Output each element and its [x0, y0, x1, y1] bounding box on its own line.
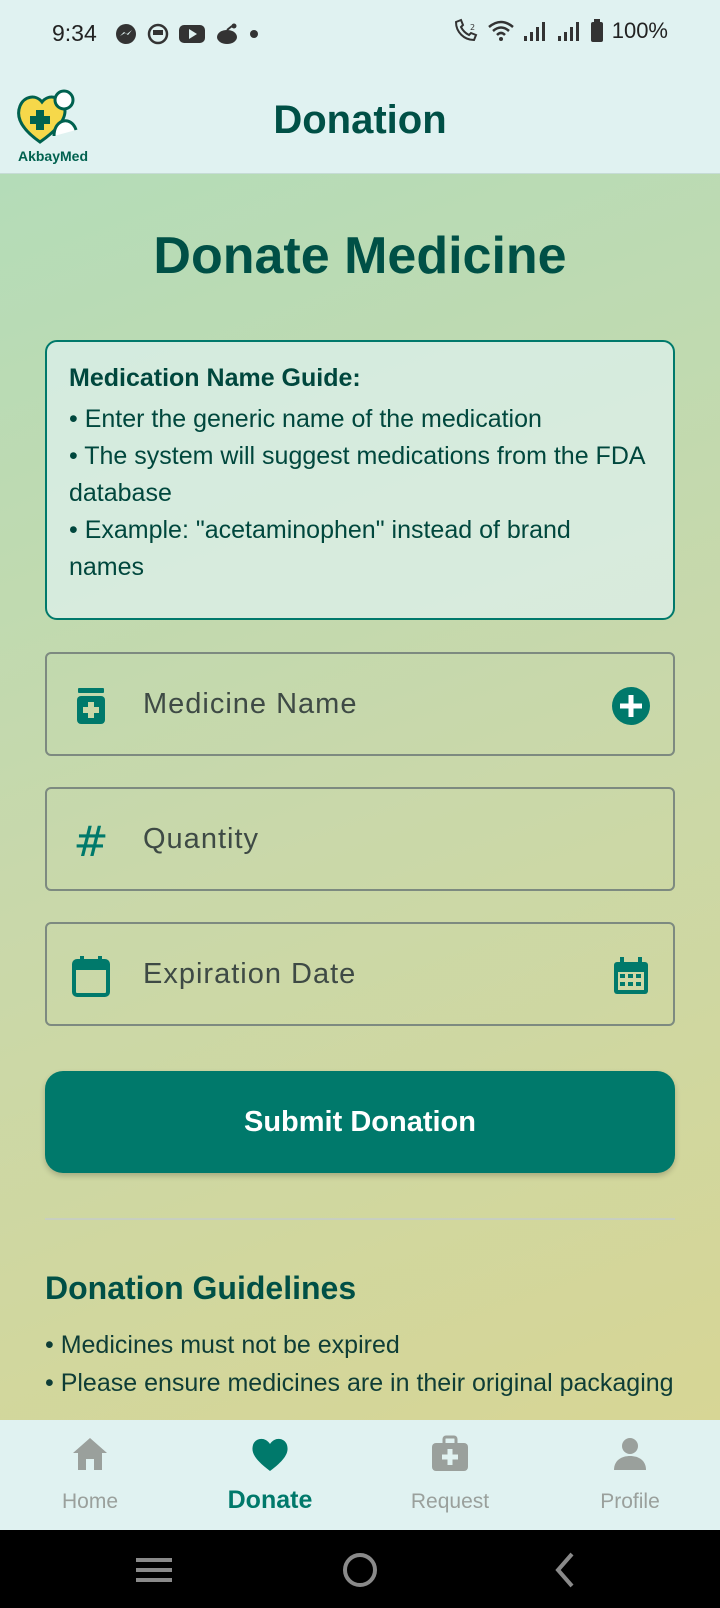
- status-indicators: 2 100%: [452, 18, 668, 44]
- expiration-date-field[interactable]: Expiration Date: [45, 922, 675, 1026]
- person-icon: [614, 1438, 646, 1470]
- home-button-icon[interactable]: [338, 1548, 382, 1592]
- battery-percentage: 100%: [611, 18, 668, 43]
- home-icon: [73, 1438, 107, 1470]
- nav-label-profile: Profile: [600, 1490, 660, 1513]
- page-heading: Donate Medicine: [153, 227, 567, 285]
- system-navigation-bar: [0, 1530, 720, 1608]
- submit-donation-button[interactable]: Submit Donation: [45, 1071, 675, 1173]
- add-circle-icon[interactable]: [611, 686, 651, 726]
- nav-item-donate[interactable]: Donate: [180, 1420, 360, 1530]
- call-signal-icon: 2: [454, 18, 478, 42]
- svg-text:2: 2: [470, 23, 475, 32]
- nav-label-home: Home: [61, 1490, 119, 1513]
- nav-item-home[interactable]: Home: [0, 1420, 180, 1530]
- back-icon[interactable]: [544, 1548, 588, 1592]
- messenger-icon: [116, 24, 136, 44]
- wifi-icon: [487, 20, 514, 41]
- logo-text: AkbayMed: [17, 148, 89, 164]
- donation-guidelines-title: Donation Guidelines: [45, 1270, 357, 1306]
- medicine-name-field[interactable]: Medicine Name: [45, 652, 675, 756]
- guideline-item: • Please ensure medicines are in their o…: [45, 1369, 674, 1397]
- medicine-name-placeholder: Medicine Name: [143, 688, 358, 720]
- more-notifications-dot-icon: [250, 30, 258, 38]
- guideline-item: • Medicines must not be expired: [45, 1331, 400, 1359]
- calendar-picker-icon[interactable]: [611, 956, 651, 996]
- recent-apps-icon[interactable]: [132, 1548, 176, 1592]
- bottom-navigation: Home Donate Request Profile: [0, 1420, 720, 1530]
- nav-item-profile[interactable]: Profile: [540, 1420, 720, 1530]
- reddit-icon: [217, 23, 237, 44]
- app-notification-icon: [147, 23, 169, 45]
- donation-guidelines-list: • Medicines must not be expired • Please…: [45, 1326, 675, 1402]
- hash-icon: #: [73, 819, 108, 863]
- medical-bag-icon: [432, 1435, 468, 1471]
- donation-form-content[interactable]: Donate Medicine Medication Name Guide: •…: [0, 174, 720, 1420]
- guide-line: • Example: "acetaminophen" instead of br…: [69, 516, 571, 581]
- notification-icons: [114, 22, 260, 46]
- signal-icon-2: [557, 22, 579, 41]
- medicine-bottle-icon: [77, 688, 105, 724]
- guide-title: Medication Name Guide:: [69, 364, 361, 392]
- app-bar: AkbayMed Donation: [0, 68, 720, 174]
- battery-icon: [590, 19, 603, 42]
- quantity-placeholder: Quantity: [143, 823, 259, 855]
- app-title: Donation: [273, 98, 447, 142]
- expiration-date-placeholder: Expiration Date: [143, 958, 357, 990]
- heart-icon: [252, 1438, 288, 1471]
- section-divider: [45, 1218, 675, 1220]
- signal-icon-1: [523, 22, 545, 41]
- youtube-icon: [179, 25, 205, 43]
- medication-name-guide: Medication Name Guide: • Enter the gener…: [45, 340, 675, 620]
- quantity-field[interactable]: # Quantity: [45, 787, 675, 891]
- calendar-icon: [72, 956, 110, 997]
- nav-label-request: Request: [410, 1490, 490, 1513]
- svg-text:#: #: [73, 819, 108, 863]
- nav-label-donate: Donate: [227, 1486, 313, 1514]
- status-time: 9:34: [52, 20, 97, 46]
- guide-line: • The system will suggest medications fr…: [69, 442, 645, 507]
- status-bar: 9:34 2 100%: [0, 0, 720, 68]
- guide-line: • Enter the generic name of the medicati…: [69, 405, 542, 433]
- nav-item-request[interactable]: Request: [360, 1420, 540, 1530]
